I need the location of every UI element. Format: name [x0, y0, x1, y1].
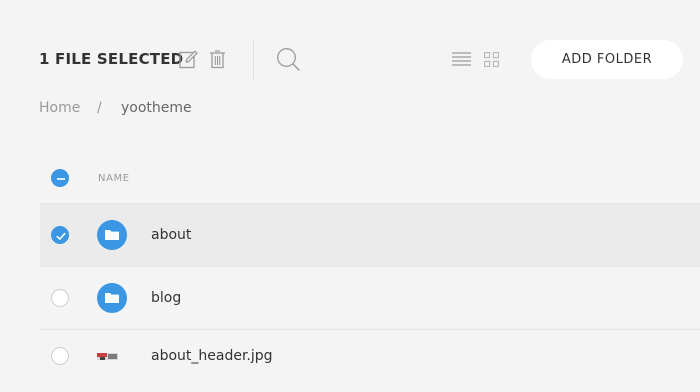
- row-checkbox[interactable]: [51, 289, 69, 307]
- folder-icon: [97, 220, 127, 250]
- add-folder-button[interactable]: ADD FOLDER: [531, 40, 683, 79]
- breadcrumb-home-link[interactable]: Home: [39, 100, 80, 116]
- select-all-checkbox[interactable]: [51, 169, 69, 187]
- row-checkbox[interactable]: [51, 226, 69, 244]
- file-name[interactable]: about: [151, 227, 191, 243]
- table-row[interactable]: about: [40, 203, 700, 266]
- selection-count: 1 FILE SELECTED: [39, 50, 184, 68]
- grid-view-icon[interactable]: [484, 52, 499, 67]
- list-view-icon[interactable]: [452, 52, 471, 66]
- file-name[interactable]: about_header.jpg: [151, 348, 273, 364]
- file-name[interactable]: blog: [151, 290, 181, 306]
- trash-icon[interactable]: [209, 49, 226, 69]
- toolbar-divider: [253, 40, 254, 80]
- toolbar: 1 FILE SELECTED ADD FOLDER Home / yoothe…: [0, 0, 700, 120]
- breadcrumb-current: yootheme: [121, 100, 192, 116]
- breadcrumb-separator: /: [97, 100, 102, 116]
- table-row[interactable]: blog: [40, 266, 700, 329]
- column-header-name[interactable]: NAME: [98, 173, 130, 184]
- row-checkbox[interactable]: [51, 347, 69, 365]
- table-header: NAME: [40, 152, 700, 203]
- check-icon: [56, 232, 66, 241]
- folder-icon: [97, 283, 127, 313]
- search-icon[interactable]: [276, 47, 301, 72]
- image-thumbnail: [97, 353, 118, 360]
- edit-icon[interactable]: [179, 50, 198, 69]
- table-row[interactable]: about_header.jpg: [40, 329, 700, 392]
- minus-icon: [57, 178, 65, 180]
